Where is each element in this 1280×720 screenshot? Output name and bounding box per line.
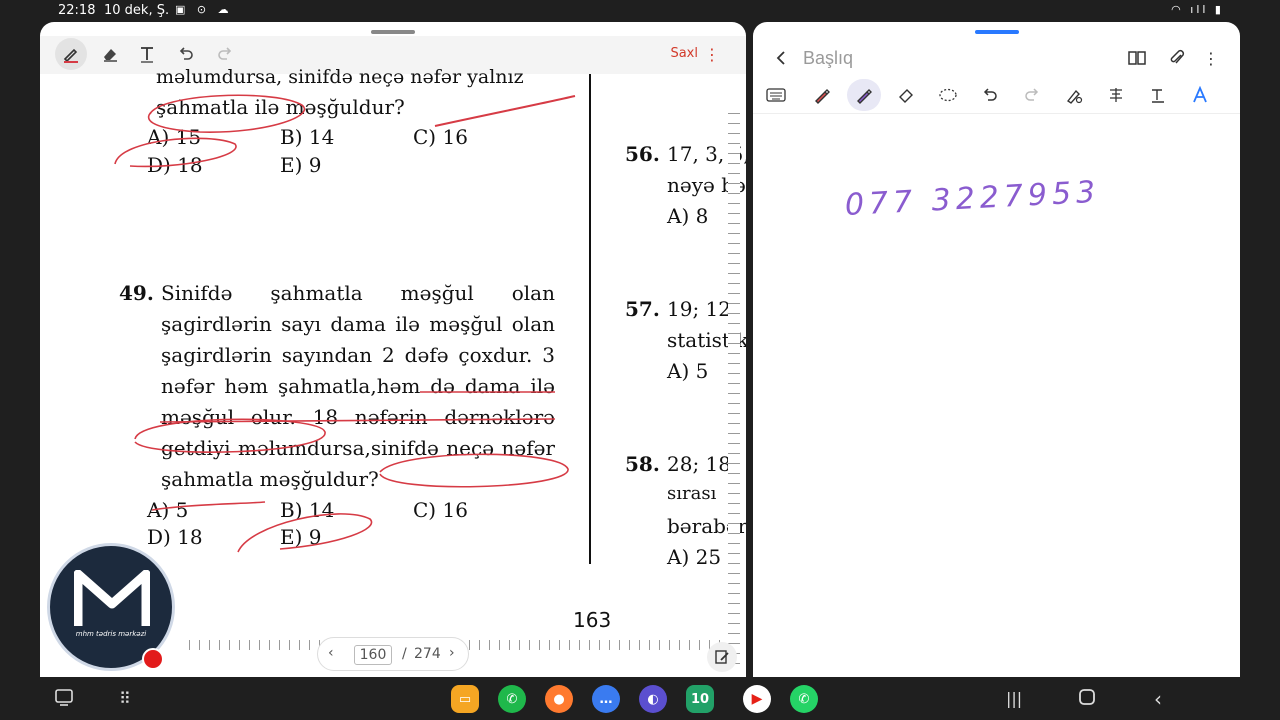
ai-handwriting-tool[interactable]	[1183, 79, 1217, 111]
annotation-circle-18nefer	[134, 418, 326, 453]
lasso-tool[interactable]	[931, 79, 965, 111]
note-title-field[interactable]: Başlıq	[803, 48, 853, 69]
pen-tool-button[interactable]	[55, 38, 87, 70]
previous-page-button[interactable]: ‹	[328, 645, 334, 661]
reading-mode-button[interactable]	[1123, 44, 1151, 72]
logo-m-mark	[74, 570, 150, 626]
recording-indicator	[142, 648, 164, 670]
app-drawer-icon[interactable]: ⠿	[119, 689, 131, 708]
undo-icon	[179, 47, 193, 60]
pen-settings-icon	[1066, 89, 1083, 104]
eraser-icon	[104, 49, 117, 62]
annotation-underline-top	[434, 95, 576, 127]
more-vertical-icon: ⋮	[1203, 48, 1219, 68]
task-switch-icon[interactable]	[54, 687, 74, 712]
status-bar: 22:18 10 dek, Ş. ▣ ⊙ ☁ ◠ ıll ▮	[0, 0, 1280, 22]
pen-settings-tool[interactable]	[1057, 79, 1091, 111]
back-button[interactable]	[767, 44, 795, 72]
channel-logo: mhm tədris mərkəzi	[47, 543, 175, 671]
lasso-icon	[939, 88, 957, 102]
paperclip-icon	[1170, 49, 1185, 64]
annotation-underline-mesgul	[151, 501, 266, 511]
handwritten-note: 077 3227953	[844, 174, 1101, 223]
notes-more-button[interactable]: ⋮	[1197, 44, 1225, 72]
notification-icons: ▣ ⊙ ☁	[175, 3, 233, 16]
page-navigator: ‹ 160 / 274 ›	[317, 637, 469, 671]
notes-window: Başlıq ⋮ 077 3227953	[753, 22, 1240, 677]
book-icon	[1128, 51, 1146, 65]
align-tool[interactable]	[1099, 79, 1133, 111]
text-style-icon	[1152, 89, 1164, 103]
annotation-circle-shahmatla	[379, 453, 569, 488]
phone-app-icon[interactable]: ✆	[498, 685, 526, 713]
recents-button-icon[interactable]: |||	[1006, 689, 1022, 708]
redo-icon	[218, 47, 232, 60]
align-icon	[1110, 88, 1122, 102]
redo-tool[interactable]	[1015, 79, 1049, 111]
annotation-circle-yalniz	[147, 94, 306, 133]
pen-red-icon	[815, 89, 830, 104]
page-separator: /	[402, 646, 407, 662]
keyboard-icon	[766, 88, 786, 102]
home-button-icon[interactable]	[1078, 687, 1096, 711]
internet-app-icon[interactable]: ◐	[639, 685, 667, 713]
more-options-icon[interactable]: ⋮	[704, 45, 720, 64]
status-date: 10 dek, Ş.	[104, 3, 170, 18]
pen-icon	[63, 48, 78, 63]
back-nav-icon[interactable]: ‹	[1154, 687, 1162, 711]
highlighter-tool[interactable]	[847, 79, 881, 111]
text-icon	[141, 47, 153, 63]
status-time: 22:18	[58, 3, 96, 18]
redo-icon-notes	[1025, 88, 1039, 101]
annotate-fab-button[interactable]	[707, 642, 737, 672]
system-navbar: ⠿ ▭ ✆ ● … ◐ 10 ▶ ✆ ||| ‹	[0, 677, 1280, 720]
total-pages: 274	[414, 646, 441, 662]
youtube-app-icon[interactable]: ▶	[743, 685, 771, 713]
contacts-app-icon[interactable]: ●	[545, 685, 573, 713]
save-button[interactable]: Saxl	[670, 46, 698, 61]
edit-document-icon	[715, 650, 729, 664]
pen-tool[interactable]	[805, 79, 839, 111]
logo-caption: mhm tədris mərkəzi	[75, 630, 147, 638]
window-drag-handle-notes[interactable]	[975, 30, 1019, 34]
calendar-app-icon[interactable]: 10	[686, 685, 714, 713]
messages-app-icon[interactable]: …	[592, 685, 620, 713]
keyboard-tool[interactable]	[759, 79, 793, 111]
notes-toolbar	[753, 76, 1240, 114]
ai-handwriting-icon	[1193, 86, 1207, 103]
eraser-tool[interactable]	[889, 79, 923, 111]
highlighter-icon	[857, 89, 872, 104]
eraser-icon-notes	[899, 89, 913, 103]
undo-tool[interactable]	[973, 79, 1007, 111]
annotation-circle-a15	[114, 137, 237, 168]
files-app-icon[interactable]: ▭	[451, 685, 479, 713]
window-drag-handle[interactable]	[371, 30, 415, 34]
notes-header: Başlıq ⋮	[753, 36, 1240, 76]
system-icons: ◠ ıll ▮	[1171, 3, 1224, 16]
text-style-tool[interactable]	[1141, 79, 1175, 111]
current-page-input[interactable]: 160	[354, 645, 392, 665]
eraser-tool-button[interactable]	[94, 38, 126, 70]
next-page-button[interactable]: ›	[449, 645, 455, 661]
annotation-circle-b14	[237, 513, 373, 553]
back-arrow-icon	[776, 51, 785, 65]
attach-button[interactable]	[1163, 44, 1191, 72]
whatsapp-app-icon[interactable]: ✆	[790, 685, 818, 713]
undo-icon-notes	[983, 88, 997, 101]
